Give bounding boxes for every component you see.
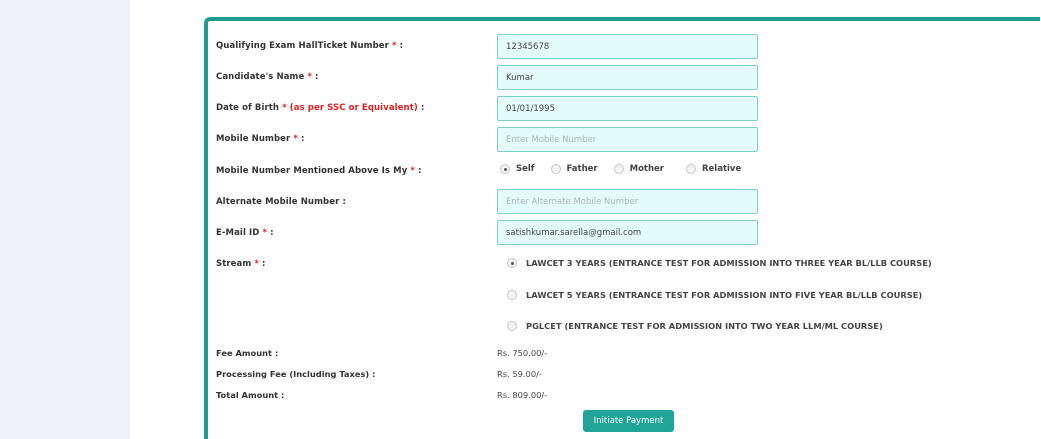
mobile-owner-label: Mobile Number Mentioned Above Is My * : (216, 166, 422, 176)
candidate-name-label: Candidate's Name * : (216, 72, 319, 82)
required-marker: * (as per SSC or Equivalent) (282, 103, 418, 113)
fee-amount-value: Rs. 750.00/- (497, 348, 548, 358)
alt-mobile-input[interactable] (497, 189, 758, 214)
stream-option-lawcet-5[interactable]: LAWCET 5 YEARS (ENTRANCE TEST FOR ADMISS… (507, 290, 922, 300)
radio-self[interactable]: Self (500, 164, 535, 174)
required-marker: * (254, 259, 259, 269)
hallticket-input[interactable] (497, 34, 758, 59)
radio-button[interactable] (507, 290, 517, 300)
radio-relative[interactable]: Relative (686, 164, 741, 174)
required-marker: * (262, 228, 268, 238)
alt-mobile-label: Alternate Mobile Number : (216, 197, 346, 207)
radio-father[interactable]: Father (550, 164, 598, 174)
mobile-owner-radio-group: Self Father Mother Relative (500, 164, 757, 174)
radio-button[interactable] (507, 258, 517, 268)
radio-button[interactable] (613, 164, 624, 174)
required-marker: * (410, 166, 415, 176)
required-marker: * (392, 41, 397, 51)
processing-fee-value: Rs. 59.00/- (497, 369, 542, 379)
radio-mother[interactable]: Mother (613, 164, 664, 174)
radio-button[interactable] (550, 164, 561, 174)
radio-button[interactable] (500, 164, 510, 174)
fee-amount-label: Fee Amount : (216, 348, 279, 358)
initiate-payment-button[interactable]: Initiate Payment (583, 410, 674, 432)
hallticket-label: Qualifying Exam HallTicket Number * : (216, 41, 404, 51)
radio-button[interactable] (507, 321, 517, 331)
stream-option-lawcet-3[interactable]: LAWCET 3 YEARS (ENTRANCE TEST FOR ADMISS… (507, 258, 932, 268)
stream-option-pglcet[interactable]: PGLCET (ENTRANCE TEST FOR ADMISSION INTO… (507, 321, 883, 331)
mobile-input[interactable] (497, 127, 758, 152)
stream-label: Stream * : (216, 259, 266, 269)
mobile-label: Mobile Number * : (216, 134, 305, 144)
radio-button[interactable] (686, 164, 696, 174)
total-amount-value: Rs. 809.00/- (497, 390, 548, 400)
required-marker: * (293, 134, 298, 144)
total-amount-label: Total Amount : (216, 390, 285, 400)
left-side-panel (0, 0, 130, 439)
email-input[interactable] (497, 220, 758, 245)
email-label: E-Mail ID * : (216, 228, 274, 238)
candidate-name-input[interactable] (497, 65, 758, 90)
processing-fee-label: Processing Fee (Including Taxes) : (216, 369, 376, 379)
dob-label: Date of Birth * (as per SSC or Equivalen… (216, 103, 425, 113)
dob-input[interactable] (497, 96, 758, 121)
required-marker: * (307, 72, 312, 82)
